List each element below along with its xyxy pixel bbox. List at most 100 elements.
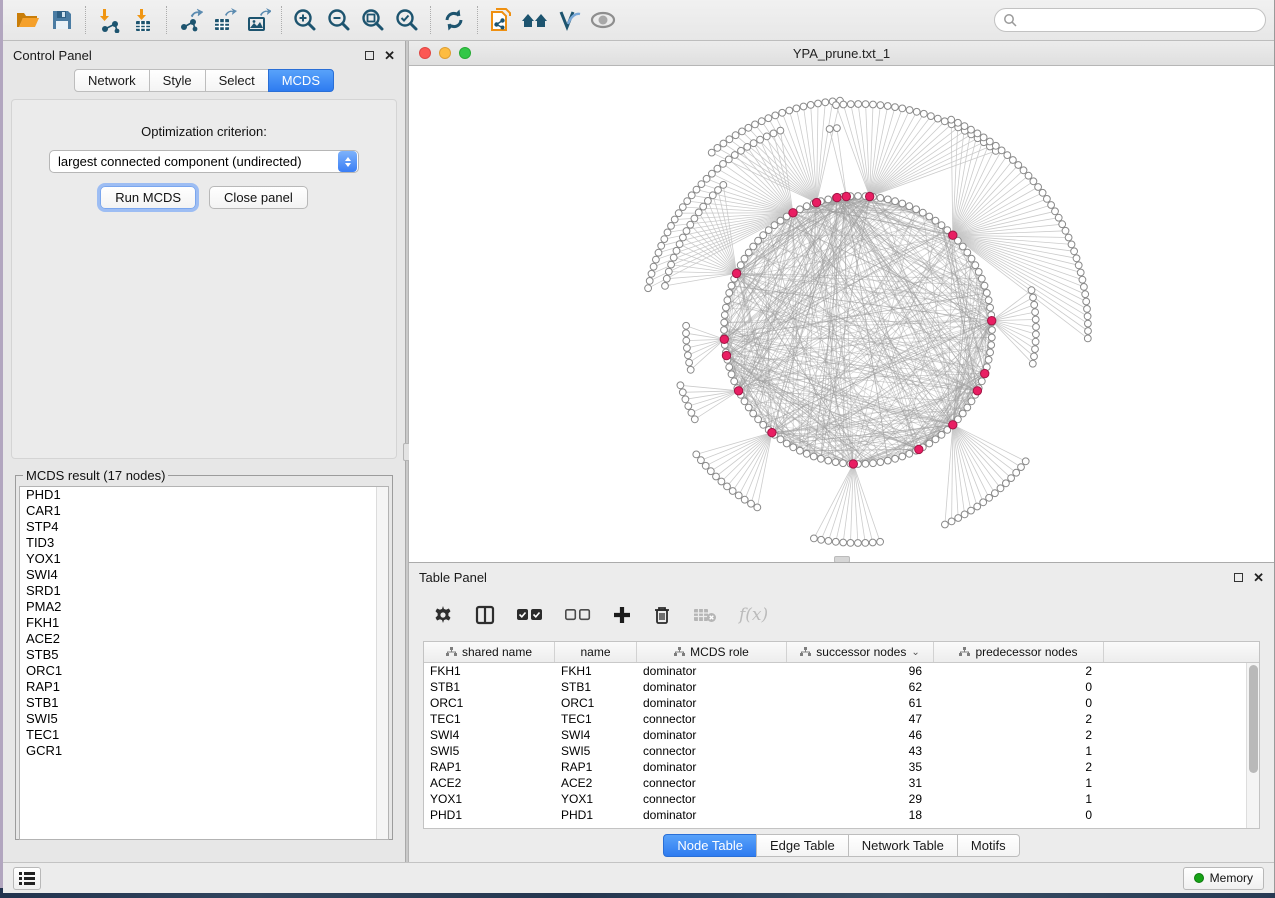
network-node[interactable] [662,283,669,290]
network-node[interactable] [668,223,675,230]
network-node[interactable] [989,327,996,334]
network-node[interactable] [987,304,994,311]
search-input[interactable] [1017,13,1257,27]
network-node[interactable] [899,453,906,460]
network-node[interactable] [793,105,800,112]
table-row[interactable]: TEC1TEC1connector472 [424,711,1259,727]
network-node[interactable] [972,262,979,269]
network-node[interactable] [739,128,746,135]
mcds-hub-node[interactable] [734,387,742,395]
network-node[interactable] [777,217,784,224]
mcds-result-item[interactable]: TID3 [20,535,388,551]
mcds-result-item[interactable]: STP4 [20,519,388,535]
network-node[interactable] [752,121,759,128]
mcds-hub-node[interactable] [949,421,957,429]
network-node[interactable] [928,113,935,120]
network-node[interactable] [703,175,710,182]
network-node[interactable] [760,421,767,428]
table-row[interactable]: FKH1FKH1dominator962 [424,663,1259,679]
close-panel-icon[interactable]: ✕ [384,51,395,60]
select-all-icon[interactable] [517,608,543,622]
network-node[interactable] [870,101,877,108]
network-node[interactable] [1022,458,1029,465]
mcds-result-item[interactable]: CAR1 [20,503,388,519]
mcds-hub-node[interactable] [981,369,989,377]
network-node[interactable] [1030,178,1037,185]
network-node[interactable] [754,504,761,511]
network-node[interactable] [661,236,668,243]
network-node[interactable] [783,440,790,447]
network-node[interactable] [825,538,832,545]
network-node[interactable] [870,460,877,467]
network-node[interactable] [748,500,755,507]
network-node[interactable] [1028,287,1035,294]
vizmapper-icon[interactable] [552,4,586,36]
table-row[interactable]: STB1STB1dominator620 [424,679,1259,695]
network-node[interactable] [688,192,695,199]
export-network-icon[interactable] [173,4,207,36]
network-node[interactable] [833,102,840,109]
network-node[interactable] [695,209,702,216]
network-node[interactable] [653,256,660,263]
network-node[interactable] [720,182,727,189]
network-node[interactable] [892,104,899,111]
network-node[interactable] [980,499,987,506]
zoom-fit-icon[interactable] [356,4,390,36]
delete-icon[interactable] [653,605,671,625]
network-node[interactable] [803,450,810,457]
network-node[interactable] [683,228,690,235]
network-node[interactable] [675,210,682,217]
network-node[interactable] [741,255,748,262]
network-node[interactable] [714,145,721,152]
network-node[interactable] [1008,475,1015,482]
network-node[interactable] [1020,167,1027,174]
network-node[interactable] [758,118,765,125]
network-node[interactable] [702,462,709,469]
network-node[interactable] [698,457,705,464]
mcds-result-item[interactable]: YOX1 [20,551,388,567]
network-node[interactable] [772,112,779,119]
network-node[interactable] [899,105,906,112]
close-panel-button[interactable]: Close panel [209,186,308,209]
network-node[interactable] [877,102,884,109]
mcds-result-item[interactable]: GCR1 [20,743,388,759]
mcds-hub-node[interactable] [812,198,820,206]
network-node[interactable] [688,409,695,416]
network-node[interactable] [1062,227,1069,234]
network-node[interactable] [800,103,807,110]
tab-edge-table[interactable]: Edge Table [756,834,849,857]
network-node[interactable] [1079,276,1086,283]
table-scrollbar[interactable] [1246,663,1259,828]
network-node[interactable] [968,126,975,133]
show-details-eye-icon[interactable] [586,4,620,36]
network-node[interactable] [998,147,1005,154]
deselect-all-icon[interactable] [565,608,591,622]
network-node[interactable] [755,416,762,423]
network-node[interactable] [1010,157,1017,164]
network-node[interactable] [707,468,714,475]
network-node[interactable] [750,243,757,250]
scrollbar-thumb[interactable] [1249,665,1258,773]
network-node[interactable] [884,196,891,203]
tab-mcds[interactable]: MCDS [268,69,334,92]
mcds-hub-node[interactable] [833,193,841,201]
network-node[interactable] [964,249,971,256]
network-node[interactable] [686,359,693,366]
network-node[interactable] [738,147,745,154]
network-node[interactable] [732,132,739,139]
network-node[interactable] [684,198,691,205]
table-row[interactable]: RAP1RAP1dominator352 [424,759,1259,775]
network-node[interactable] [786,107,793,114]
network-node[interactable] [685,403,692,410]
network-canvas[interactable] [409,66,1274,562]
network-node[interactable] [1073,255,1080,262]
tab-node-table[interactable]: Node Table [663,834,757,857]
mcds-result-item[interactable]: FKH1 [20,615,388,631]
network-node[interactable] [959,410,966,417]
network-node[interactable] [698,181,705,188]
network-node[interactable] [955,119,962,126]
network-node[interactable] [938,431,945,438]
network-node[interactable] [832,538,839,545]
network-node[interactable] [750,140,757,147]
network-node[interactable] [992,142,999,149]
